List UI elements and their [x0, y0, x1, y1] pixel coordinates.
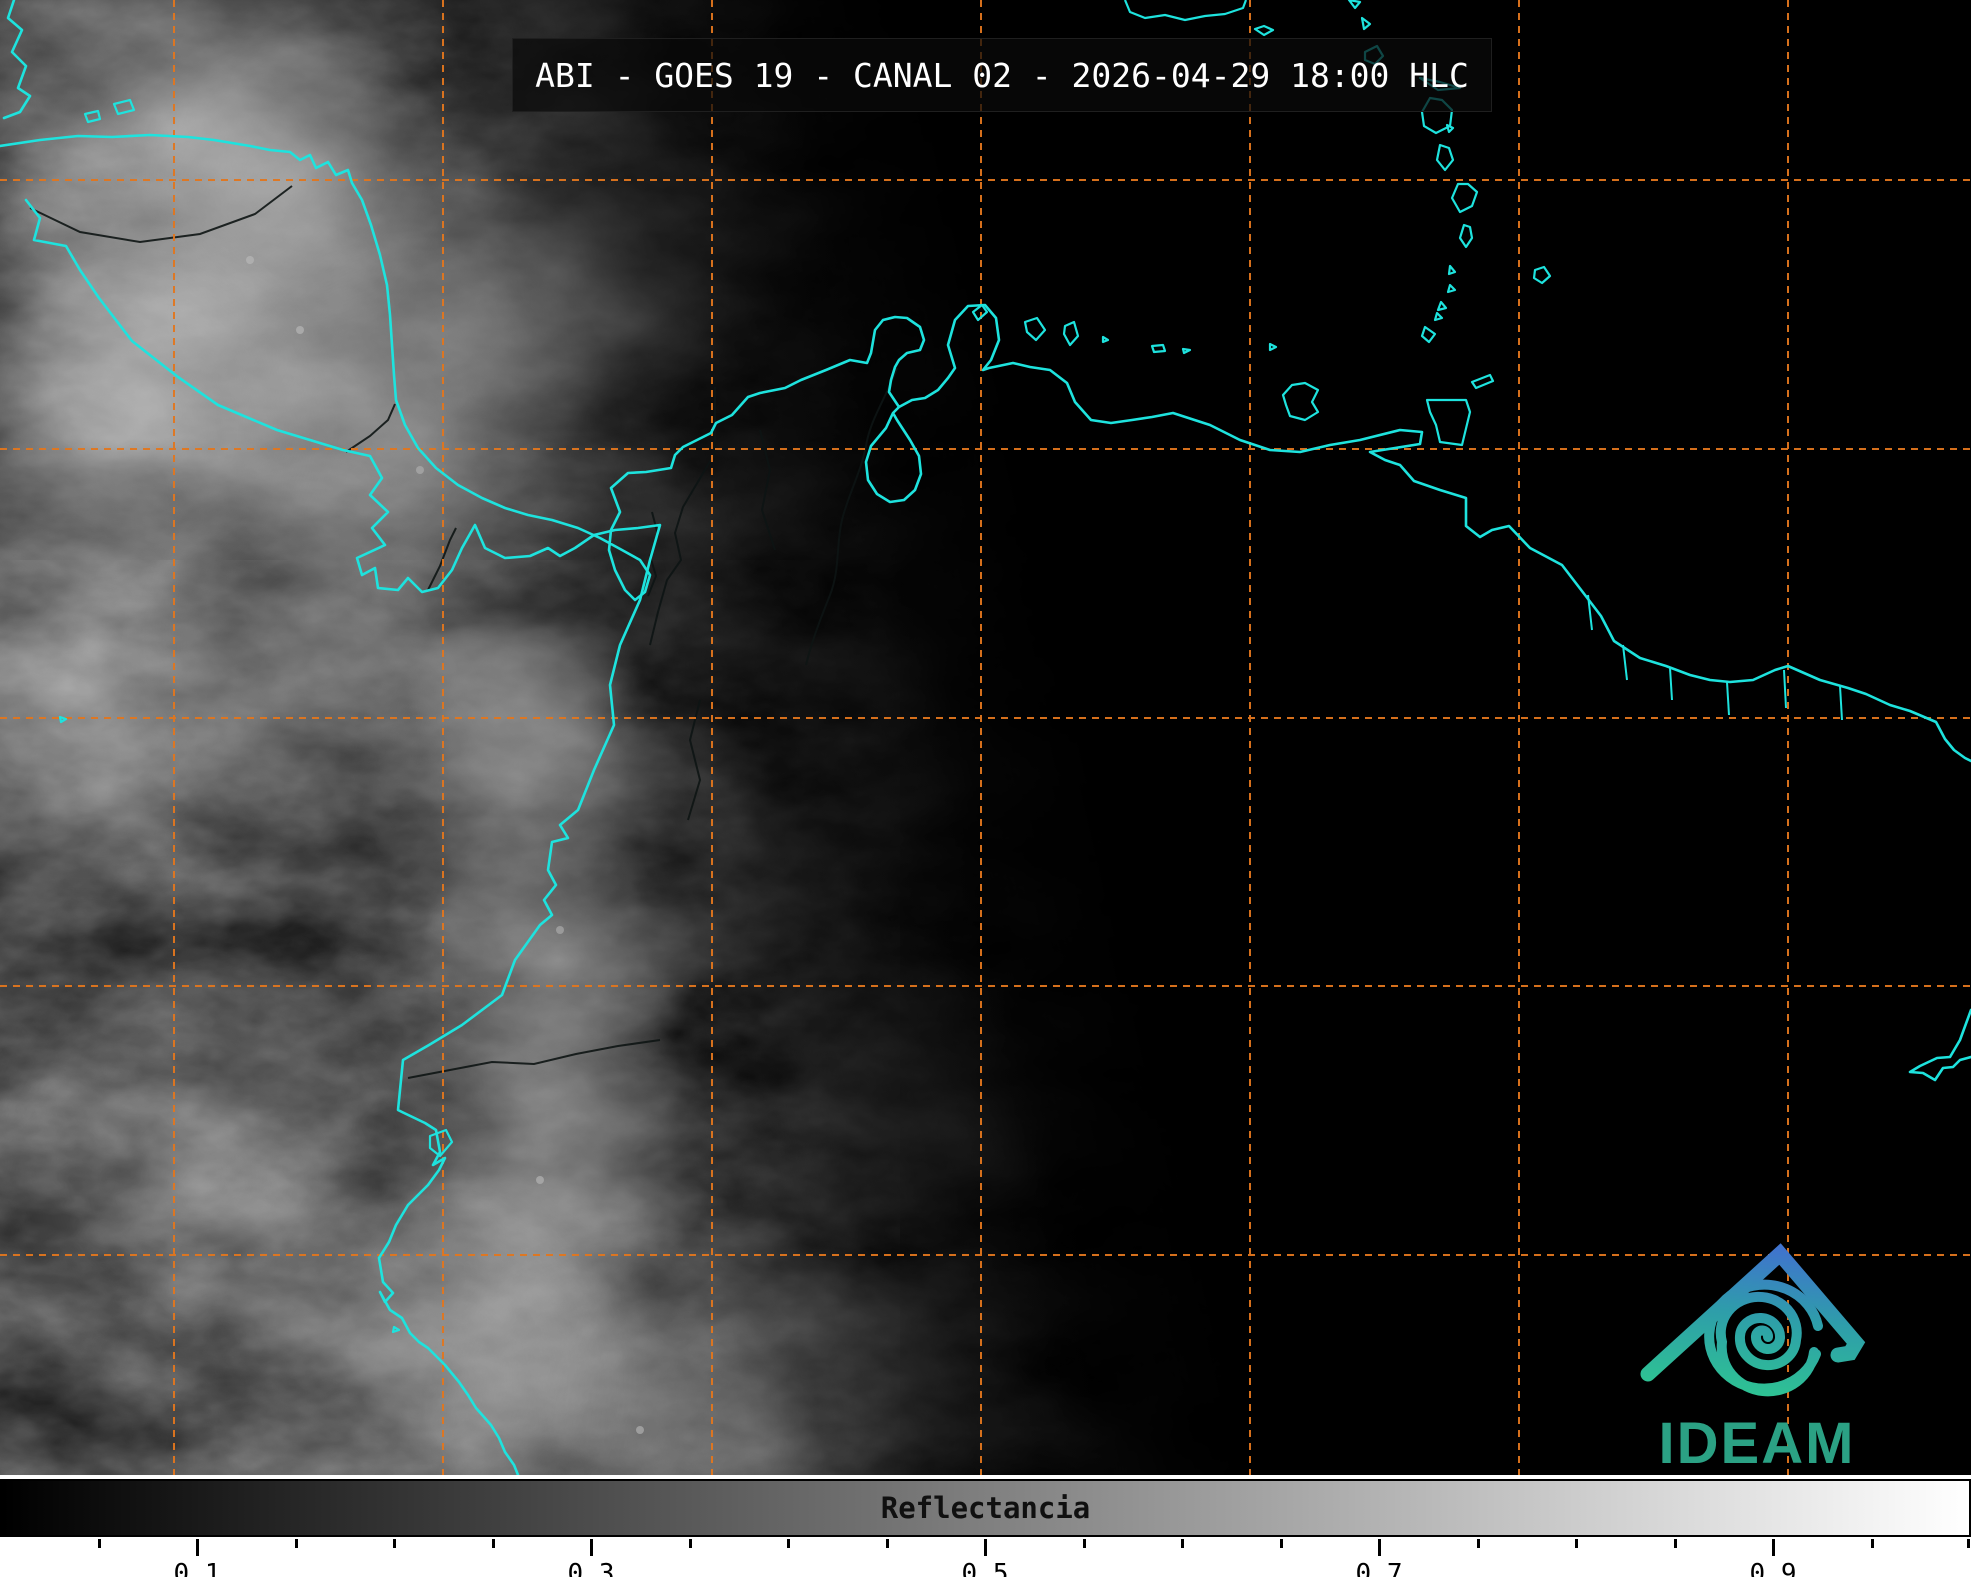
colorbar-minor-tick — [1477, 1539, 1480, 1548]
colorbar-major-tick — [1378, 1539, 1381, 1556]
satellite-image: IDEAM ABI - GOES 19 - CANAL 02 - 2026-04… — [0, 0, 1971, 1475]
ideam-logo-text: IDEAM — [1659, 1411, 1856, 1475]
colorbar-minor-tick — [689, 1539, 692, 1548]
colorbar-minor-tick — [1871, 1539, 1874, 1548]
colorbar-minor-tick — [98, 1539, 101, 1548]
colorbar-area: Reflectancia 0.1 0.3 0.5 0.7 0.9 — [0, 1475, 1971, 1577]
colorbar-minor-tick — [1575, 1539, 1578, 1548]
colorbar-major-tick — [590, 1539, 593, 1556]
colorbar-minor-tick — [886, 1539, 889, 1548]
colorbar-label: Reflectancia — [0, 1479, 1971, 1537]
colorbar-tick-label: 0.9 — [1750, 1559, 1797, 1577]
satellite-product-figure: IDEAM ABI - GOES 19 - CANAL 02 - 2026-04… — [0, 0, 1971, 1577]
colorbar-major-tick — [1772, 1539, 1775, 1556]
colorbar-minor-tick — [492, 1539, 495, 1548]
colorbar-minor-tick — [1181, 1539, 1184, 1548]
colorbar-label-text: Reflectancia — [881, 1491, 1091, 1525]
colorbar-major-tick — [984, 1539, 987, 1556]
title-banner: ABI - GOES 19 - CANAL 02 - 2026-04-29 18… — [512, 38, 1492, 112]
colorbar-minor-tick — [1280, 1539, 1283, 1548]
colorbar-major-tick — [196, 1539, 199, 1556]
colorbar-minor-tick — [295, 1539, 298, 1548]
colorbar-tick-label: 0.7 — [1356, 1559, 1403, 1577]
colorbar-tick-label: 0.3 — [568, 1559, 615, 1577]
colorbar-minor-tick — [393, 1539, 396, 1548]
colorbar-minor-tick — [787, 1539, 790, 1548]
colorbar-minor-tick — [1967, 1539, 1970, 1548]
satellite-map-canvas: IDEAM — [0, 0, 1971, 1475]
cloud-field — [0, 0, 1971, 1475]
colorbar-tick-label: 0.5 — [962, 1559, 1009, 1577]
image-title: ABI - GOES 19 - CANAL 02 - 2026-04-29 18… — [535, 56, 1469, 95]
colorbar-minor-tick — [1083, 1539, 1086, 1548]
colorbar-tick-label: 0.1 — [174, 1559, 221, 1577]
colorbar-minor-tick — [1674, 1539, 1677, 1548]
